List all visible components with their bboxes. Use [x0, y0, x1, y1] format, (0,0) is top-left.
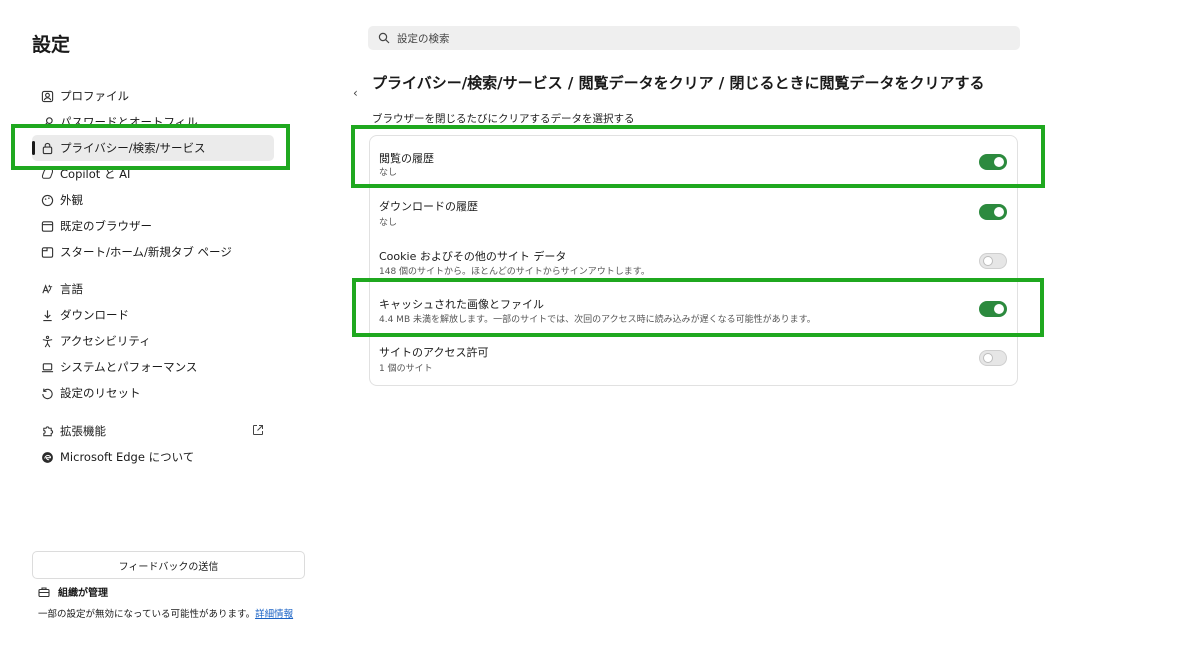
sidebar-item-about[interactable]: Microsoft Edge について [32, 444, 274, 470]
toggle-browsing-history[interactable] [979, 154, 1007, 170]
sidebar-nav-group-3: 拡張機能 Microsoft Edge について [32, 418, 274, 470]
laptop-icon [40, 360, 54, 374]
toggle-download-history[interactable] [979, 204, 1007, 220]
row-desc: 1 個のサイト [379, 364, 433, 374]
managed-label: 組織が管理 [58, 588, 108, 599]
lock-icon [40, 141, 54, 155]
browser-icon [40, 219, 54, 233]
sidebar-item-extensions[interactable]: 拡張機能 [32, 418, 274, 444]
row-title: 閲覧の履歴 [379, 152, 434, 165]
page-heading: プライバシー/検索/サービス / 閲覧データをクリア / 閉じるときに閲覧データ… [372, 74, 985, 92]
edge-icon [40, 450, 54, 464]
sidebar-item-appearance[interactable]: 外観 [32, 187, 274, 213]
row-download-history: ダウンロードの履歴 なし [370, 186, 1017, 234]
row-desc: 4.4 MB 未満を解放します。一部のサイトでは、次回のアクセス時に読み込みが遅… [379, 315, 816, 325]
sidebar-item-privacy[interactable]: プライバシー/検索/サービス [32, 135, 274, 161]
sidebar-item-label: スタート/ホーム/新規タブ ページ [60, 245, 232, 259]
sidebar-item-label: Microsoft Edge について [60, 450, 195, 464]
sidebar-item-label: パスワードとオートフィル [60, 115, 198, 129]
managed-by-org: 組織が管理 [38, 584, 108, 599]
row-browsing-history: 閲覧の履歴 なし [370, 136, 1017, 184]
reset-icon [40, 386, 54, 400]
sidebar-item-label: 既定のブラウザー [60, 219, 152, 233]
sidebar-item-languages[interactable]: 言語 [32, 276, 274, 302]
back-chevron-icon[interactable]: ‹ [353, 86, 358, 100]
sidebar-item-reset[interactable]: 設定のリセット [32, 380, 274, 406]
appearance-icon [40, 193, 54, 207]
sidebar-item-downloads[interactable]: ダウンロード [32, 302, 274, 328]
managed-note: 一部の設定が無効になっている可能性があります。詳細情報 [38, 606, 293, 620]
sidebar-item-label: アクセシビリティ [60, 334, 151, 348]
managed-note-text: 一部の設定が無効になっている可能性があります。 [38, 609, 256, 620]
copilot-icon [40, 167, 54, 181]
sidebar-item-label: 設定のリセット [60, 386, 141, 400]
sidebar: 設定 プロファイル パスワードとオートフィル プライバシー/検索/サービス Co… [0, 0, 330, 653]
key-icon [40, 115, 54, 129]
language-icon [40, 282, 54, 296]
sidebar-item-start-home[interactable]: スタート/ホーム/新規タブ ページ [32, 239, 274, 265]
sidebar-item-system[interactable]: システムとパフォーマンス [32, 354, 274, 380]
sidebar-item-label: Copilot と AI [60, 167, 131, 181]
sidebar-nav-group-2: 言語 ダウンロード アクセシビリティ システムとパフォーマンス 設定のリセット [32, 276, 274, 406]
sidebar-item-label: システムとパフォーマンス [60, 360, 198, 374]
row-desc: なし [379, 218, 398, 228]
sidebar-item-passwords[interactable]: パスワードとオートフィル [32, 109, 274, 135]
row-title: ダウンロードの履歴 [379, 200, 478, 213]
accessibility-icon [40, 334, 54, 348]
page-title: 設定 [32, 34, 71, 56]
profile-icon [40, 89, 54, 103]
toggle-site-permissions[interactable] [979, 350, 1007, 366]
external-link-icon[interactable] [252, 424, 264, 436]
download-icon [40, 308, 54, 322]
extensions-icon [40, 424, 54, 438]
sidebar-item-label: プライバシー/検索/サービス [60, 141, 206, 155]
sidebar-item-label: ダウンロード [60, 308, 129, 322]
row-desc: 148 個のサイトから。ほとんどのサイトからサインアウトします。 [379, 267, 650, 277]
search-icon [378, 32, 397, 44]
search-placeholder: 設定の検索 [397, 32, 450, 45]
row-desc: なし [379, 168, 398, 178]
sidebar-item-label: 言語 [60, 282, 83, 296]
search-input[interactable]: 設定の検索 [368, 26, 1020, 50]
sidebar-item-accessibility[interactable]: アクセシビリティ [32, 328, 274, 354]
page-subheading: ブラウザーを閉じるたびにクリアするデータを選択する [372, 113, 635, 125]
home-icon [40, 245, 54, 259]
sidebar-item-copilot[interactable]: Copilot と AI [32, 161, 274, 187]
sidebar-item-label: 外観 [60, 193, 83, 207]
row-site-permissions: サイトのアクセス許可 1 個のサイト [370, 334, 1017, 382]
row-cookies: Cookie およびその他のサイト データ 148 個のサイトから。ほとんどのサ… [370, 236, 1017, 284]
sidebar-item-label: 拡張機能 [60, 424, 106, 438]
row-title: Cookie およびその他のサイト データ [379, 250, 567, 263]
feedback-button[interactable]: フィードバックの送信 [32, 551, 305, 579]
sidebar-item-default-browser[interactable]: 既定のブラウザー [32, 213, 274, 239]
row-cached-images: キャッシュされた画像とファイル 4.4 MB 未満を解放します。一部のサイトでは… [370, 284, 1017, 332]
toggle-cached-images[interactable] [979, 301, 1007, 317]
row-title: キャッシュされた画像とファイル [379, 298, 544, 311]
sidebar-nav-group-1: プロファイル パスワードとオートフィル プライバシー/検索/サービス Copil… [32, 83, 274, 265]
clear-data-card: 閲覧の履歴 なし ダウンロードの履歴 なし Cookie およびその他のサイト … [369, 135, 1018, 386]
briefcase-icon [38, 586, 50, 598]
row-title: サイトのアクセス許可 [379, 346, 489, 359]
sidebar-item-profile[interactable]: プロファイル [32, 83, 274, 109]
learn-more-link[interactable]: 詳細情報 [255, 609, 293, 620]
sidebar-item-label: プロファイル [60, 89, 129, 103]
toggle-cookies[interactable] [979, 253, 1007, 269]
